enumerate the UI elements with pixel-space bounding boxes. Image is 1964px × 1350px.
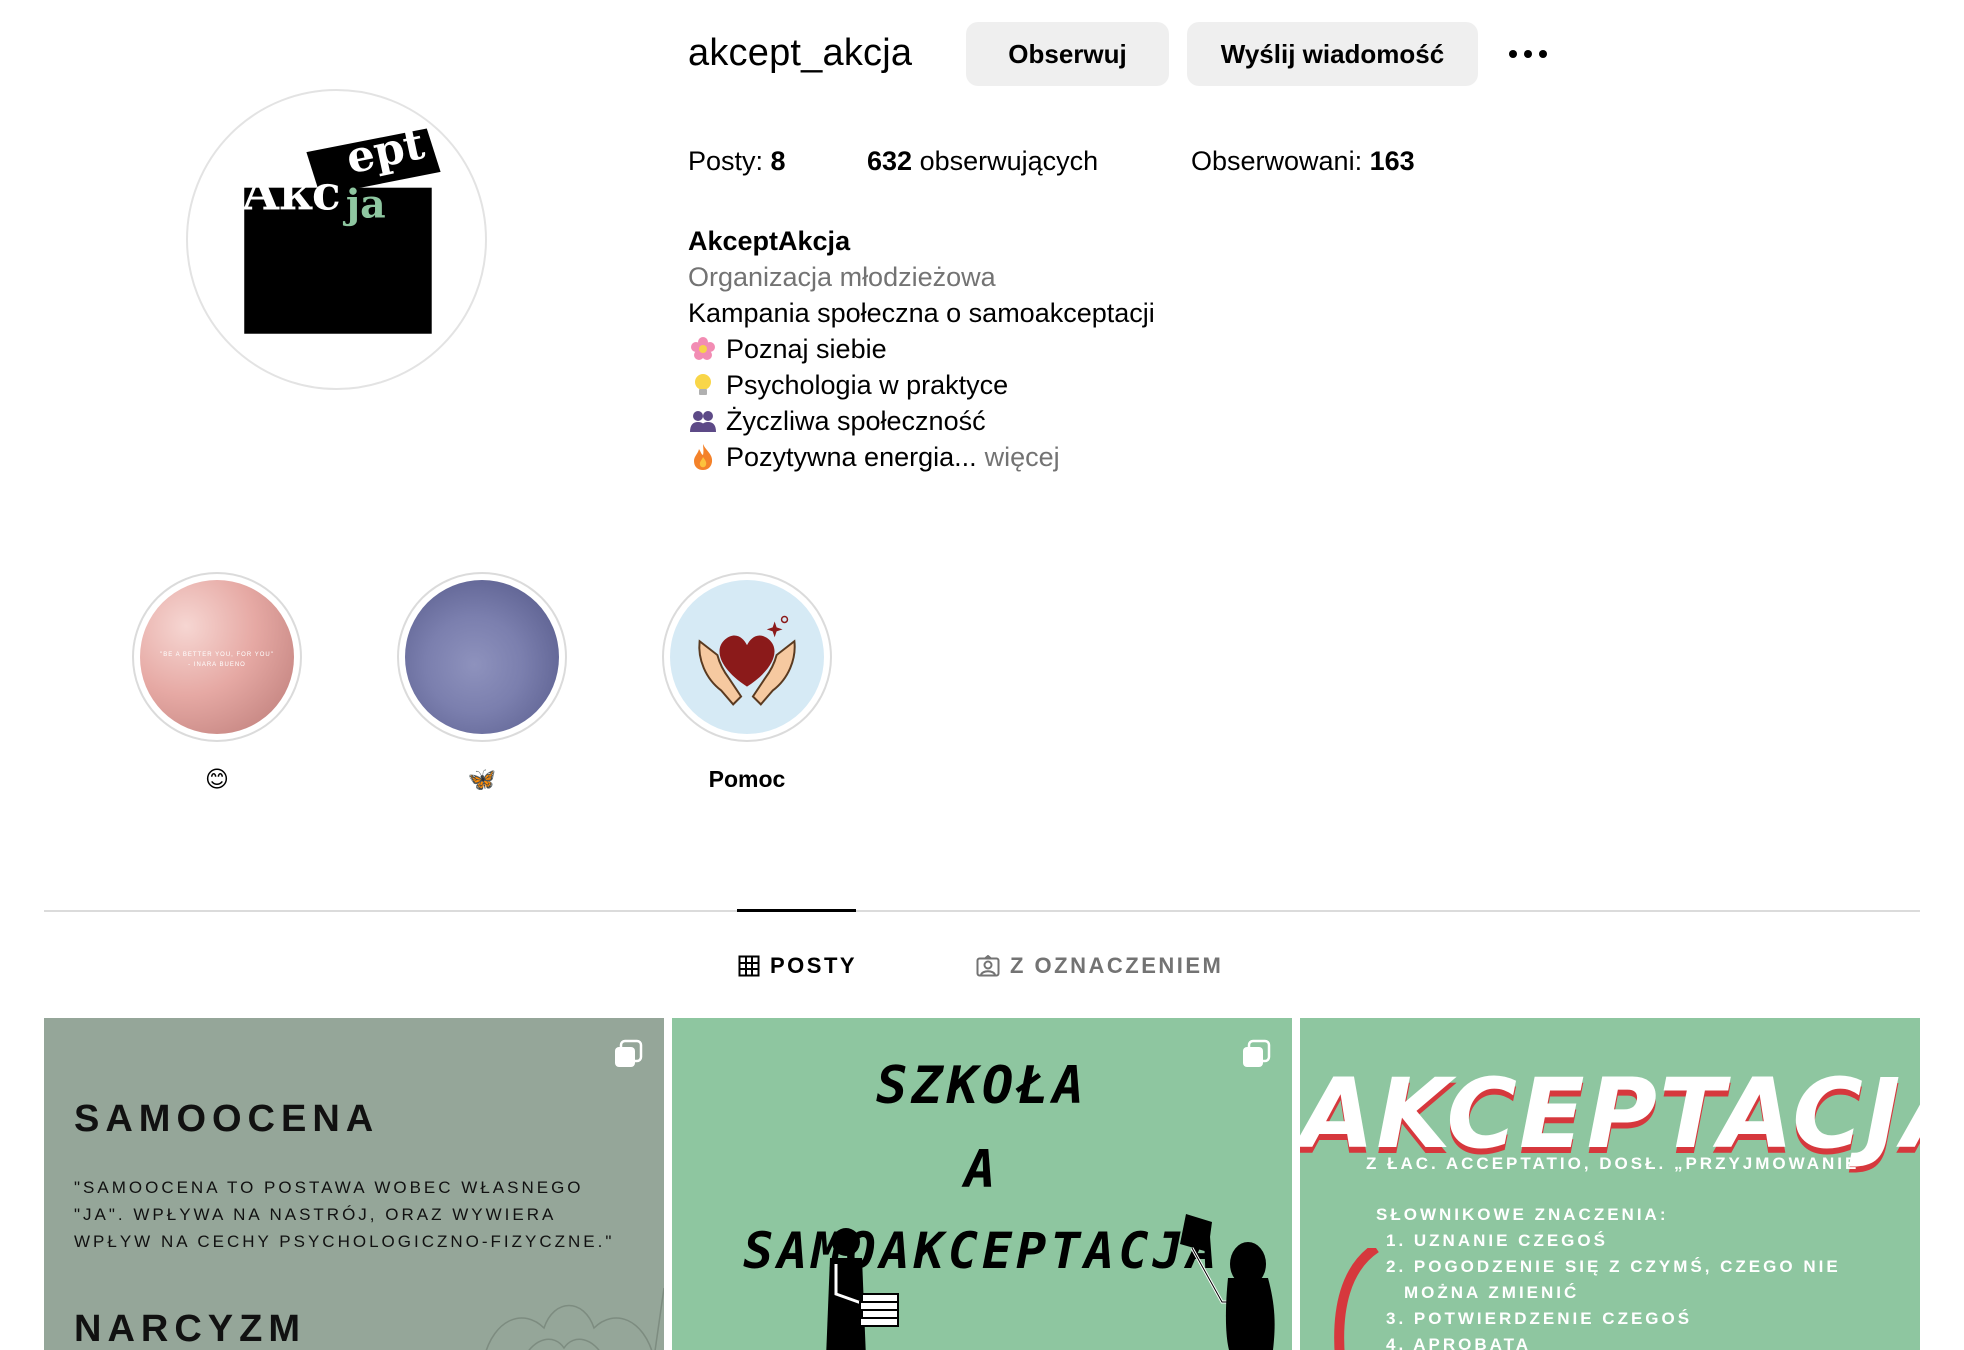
highlight-cover [670,580,824,734]
highlight-cover-text: - INARA BUENO [188,662,246,668]
post-title-line: SZKOŁA [876,1056,1088,1116]
post-definition-list: SŁOWNIKOWE ZNACZENIA: 1. UZNANIE CZEGOŚ … [1376,1205,1841,1350]
lightbulb-icon [688,370,718,400]
grid-icon [738,955,760,977]
heart-hands-icon [698,615,796,706]
tab-posts[interactable]: POSTY [738,948,857,984]
post-title-line: A [964,1140,1000,1200]
profile-avatar[interactable]: Akc ept ja [186,89,487,390]
student-reading-icon [1180,1214,1275,1350]
bio-line: Kampania społeczna o samoakceptacji [688,298,1155,328]
avatar-text-ja: ja [343,181,386,227]
posts-count: Posty: 8 [688,146,786,176]
story-highlight[interactable]: Pomoc [662,572,832,794]
post-title: SAMOOCENA [74,1098,380,1140]
profile-display-name: AkceptAkcja [688,226,851,256]
post-thumbnail[interactable]: AKCEPTACJA Z ŁAC. ACCEPTATIO, DOSŁ. „PRZ… [1300,1018,1920,1350]
carousel-icon [615,1039,643,1067]
highlight-label: Pomoc [708,765,786,792]
followers-count[interactable]: 632 obserwujących [867,146,1098,177]
bio-line: Psychologia w praktyce [688,367,1155,403]
flower-sketch-icon [485,1287,664,1350]
profile-username: akcept_akcja [688,32,913,74]
post-title-2: NARCYZM [74,1308,306,1350]
people-icon [688,406,718,436]
profile-category: Organizacja młodzieżowa [688,262,996,292]
active-tab-indicator [737,909,856,912]
highlight-cover-text: "BE A BETTER YOU, FOR YOU" [160,652,274,658]
send-message-button[interactable]: Wyślij wiadomość [1187,22,1478,86]
avatar-text-akc: Akc [241,166,340,221]
post-subtitle: Z ŁAC. ACCEPTATIO, DOSŁ. „PRZYJMOWANIE [1366,1154,1860,1173]
more-options-button[interactable] [1500,30,1556,78]
highlight-cover [405,580,559,734]
bio-line: Życzliwa społeczność [688,403,1155,439]
bio-line: Pozytywna energia... więcej [688,439,1155,475]
student-with-books-icon [826,1228,899,1350]
follow-button[interactable]: Obserwuj [966,22,1169,86]
highlight-cover: "BE A BETTER YOU, FOR YOU" - INARA BUENO [140,580,294,734]
post-thumbnail[interactable]: SAMOOCENA "SAMOOCENA TO POSTAWA WOBEC WŁ… [44,1018,664,1350]
post-thumbnail[interactable]: SZKOŁA A SAMOAKCEPTACJA [672,1018,1292,1350]
flower-icon [688,334,718,364]
story-highlight[interactable]: "BE A BETTER YOU, FOR YOU" - INARA BUENO… [132,572,302,794]
tab-tagged[interactable]: Z OZNACZENIEM [976,948,1223,984]
following-count[interactable]: Obserwowani: 163 [1191,146,1415,177]
post-quote: "SAMOOCENA TO POSTAWA WOBEC WŁASNEGO "JA… [74,1178,615,1251]
story-highlight[interactable]: 🦋 [397,572,567,794]
tabs-divider [44,910,1920,912]
profile-bio: AkceptAkcja Organizacja młodzieżowa Kamp… [688,223,1155,475]
bio-more-link[interactable]: więcej [985,439,1060,475]
tagged-person-icon [976,955,1000,977]
bio-line: Poznaj siebie [688,331,1155,367]
more-dots-icon [1509,50,1517,58]
avatar-logo: Akc ept ja [241,118,441,334]
highlight-label: 🦋 [467,765,497,792]
fire-icon [688,442,718,472]
highlight-label: 😊 [205,765,229,792]
